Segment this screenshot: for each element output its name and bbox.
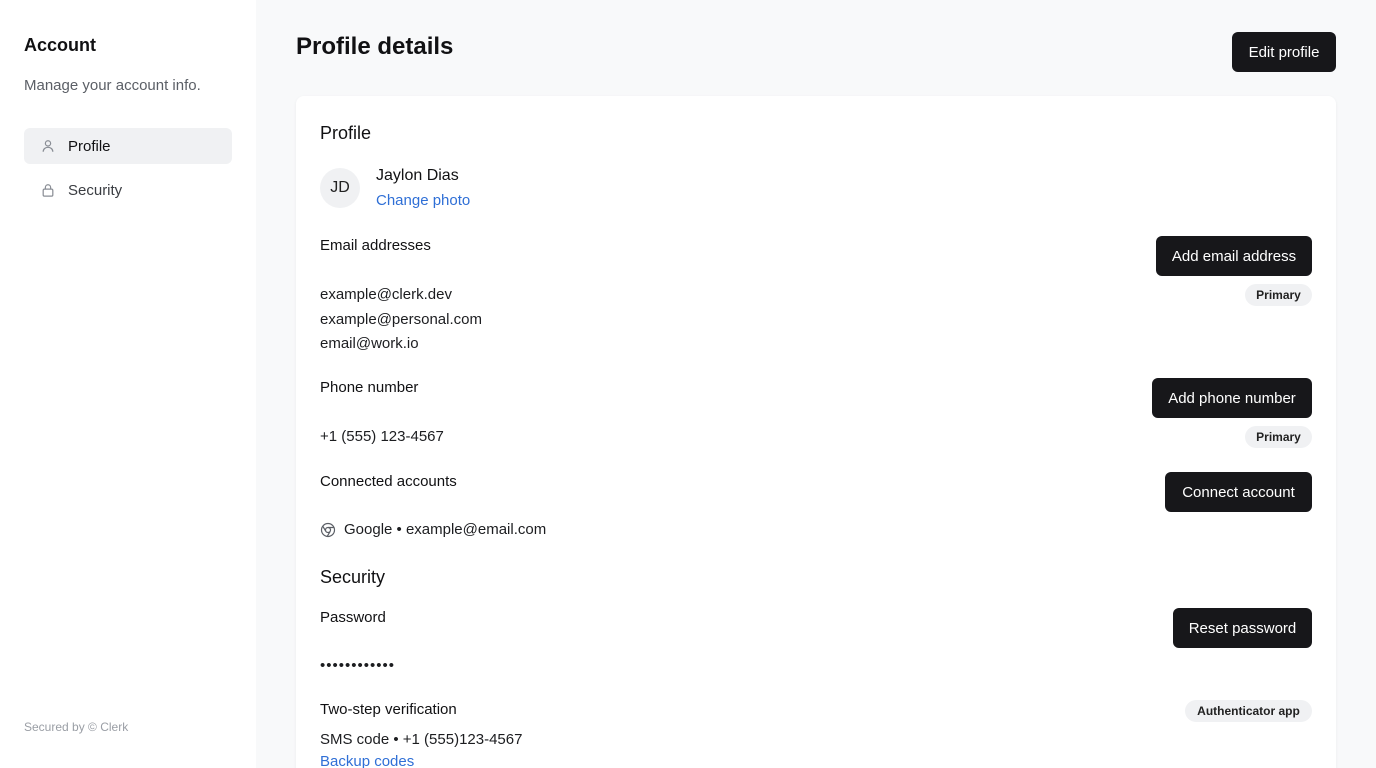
sidebar-item-security[interactable]: Security <box>24 172 232 208</box>
password-mask: •••••••••••• <box>320 657 396 674</box>
app-root: Account Manage your account info. Profil… <box>0 0 1376 768</box>
password-label: Password <box>320 609 386 626</box>
two-step-label: Two-step verification <box>320 701 457 718</box>
connect-account-button[interactable]: Connect account <box>1165 472 1312 512</box>
connected-account-item: Google • example@email.com <box>344 521 547 538</box>
security-section-title: Security <box>320 567 386 587</box>
user-icon <box>40 138 56 154</box>
primary-badge: Primary <box>1245 426 1312 448</box>
chrome-icon <box>320 522 336 538</box>
page-title: Profile details <box>296 33 454 60</box>
authenticator-badge: Authenticator app <box>1185 700 1312 722</box>
sidebar-item-profile[interactable]: Profile <box>24 128 232 164</box>
add-phone-button[interactable]: Add phone number <box>1152 378 1312 418</box>
sms-code-item: SMS code • +1 (555)123-4567 <box>320 731 523 748</box>
edit-profile-button[interactable]: Edit profile <box>1232 32 1336 72</box>
user-name: Jaylon Dias <box>376 167 459 184</box>
sidebar-title: Account <box>24 35 96 55</box>
sidebar-item-label: Profile <box>68 137 111 155</box>
backup-codes-link[interactable]: Backup codes <box>320 753 414 768</box>
phone-value: +1 (555) 123-4567 <box>320 428 444 445</box>
lock-icon <box>40 182 56 198</box>
connected-accounts-label: Connected accounts <box>320 473 457 490</box>
primary-badge: Primary <box>1245 284 1312 306</box>
change-photo-link[interactable]: Change photo <box>376 192 470 209</box>
sidebar-subtitle: Manage your account info. <box>24 77 201 94</box>
reset-password-button[interactable]: Reset password <box>1173 608 1312 648</box>
email-item: example@clerk.dev <box>320 286 452 303</box>
email-addresses-label: Email addresses <box>320 237 431 254</box>
email-item: email@work.io <box>320 335 419 352</box>
profile-section-title: Profile <box>320 123 372 143</box>
profile-card: Profile JD Jaylon Dias Change photo Emai… <box>296 96 1336 768</box>
sidebar: Account Manage your account info. Profil… <box>0 0 256 768</box>
email-item: example@personal.com <box>320 311 482 328</box>
add-email-button[interactable]: Add email address <box>1156 236 1312 276</box>
phone-number-label: Phone number <box>320 379 419 396</box>
secured-by-footer: Secured by © Clerk <box>24 720 129 734</box>
avatar: JD <box>320 168 360 208</box>
sidebar-item-label: Security <box>68 181 123 199</box>
